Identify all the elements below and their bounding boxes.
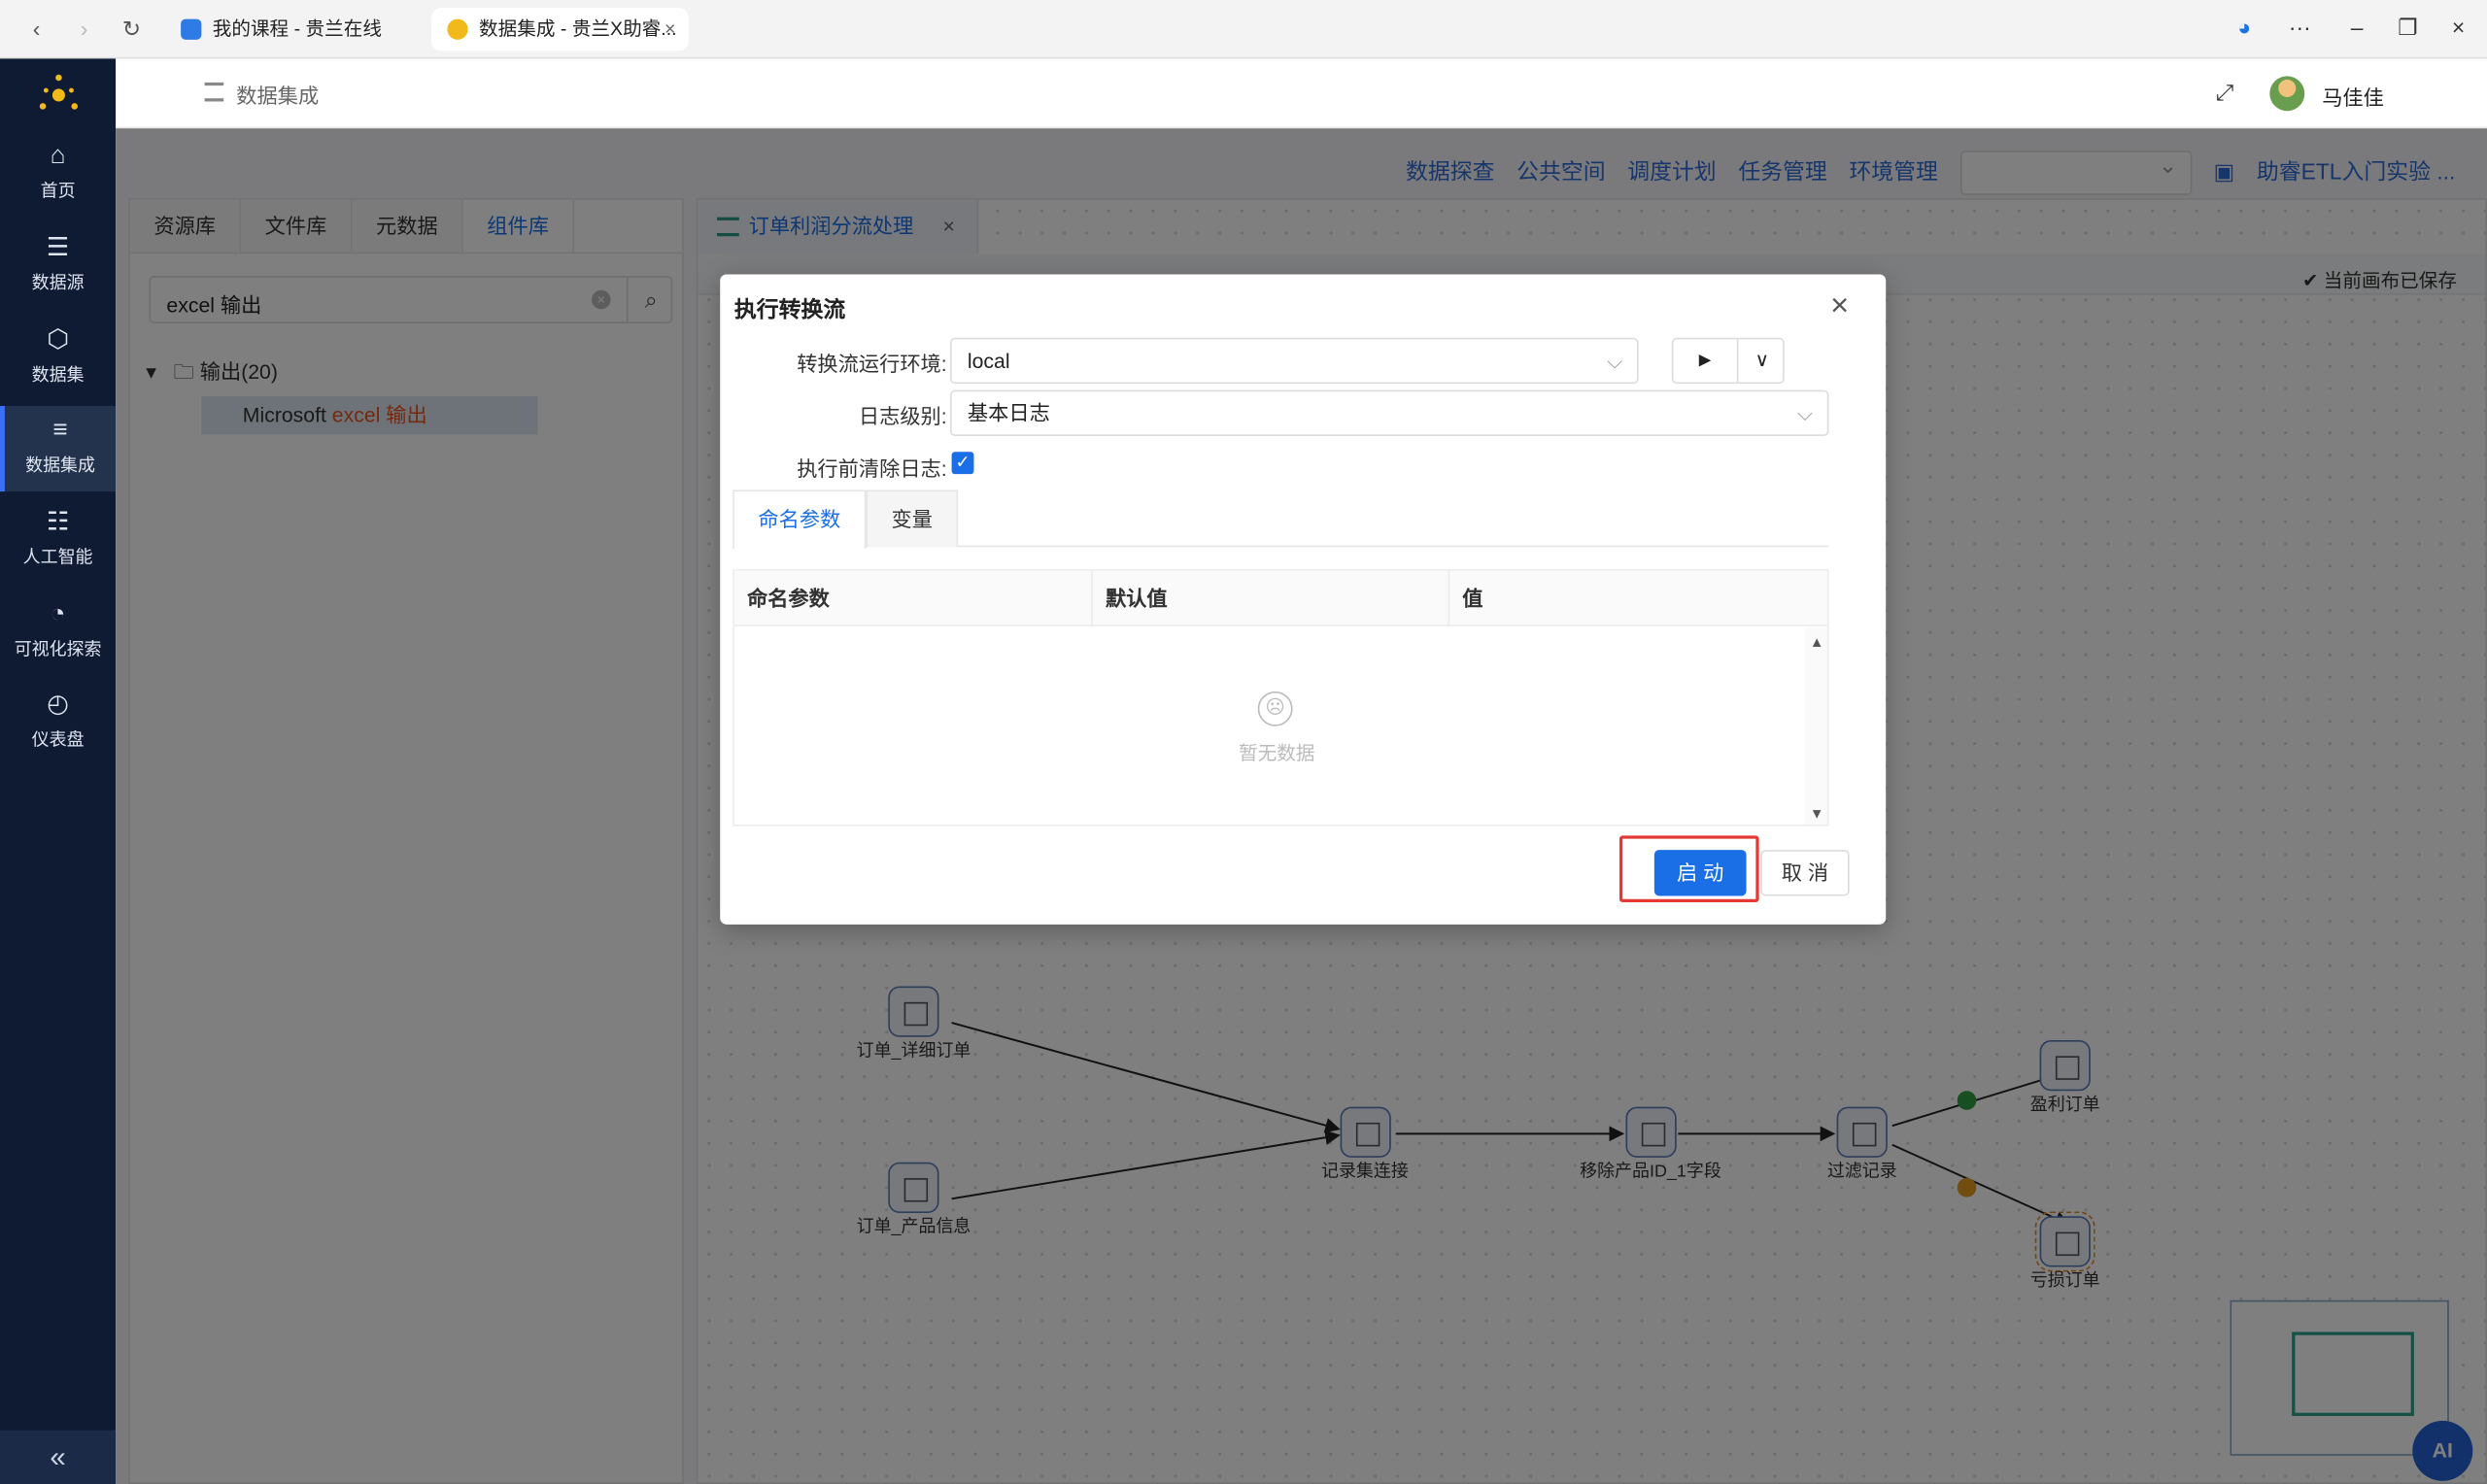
col-value: 值 [1462,587,1483,611]
env-label: 转换流运行环境: [797,352,947,376]
table-header: 命名参数 默认值 值 [733,570,1827,626]
sidebar-item-visual[interactable]: ◔ 可视化探索 [0,590,116,675]
home-icon: ⌂ [50,142,66,170]
sidebar-item-integration[interactable]: ≡ 数据集成 [0,405,117,492]
breadcrumb: 数据集成 [236,84,320,109]
tab-named-params[interactable]: 命名参数 [732,489,867,549]
scroll-down-icon[interactable]: ▼ [1810,805,1824,821]
table-scrollbar[interactable]: ▲ ▼ [1804,627,1827,825]
play-icon[interactable]: ▶ [1673,339,1739,383]
sidebar-item-datasource[interactable]: ☰ 数据源 [0,223,116,309]
back-icon[interactable]: ‹ [22,15,51,43]
tab-variables[interactable]: 变量 [866,489,959,548]
cube-icon: ⬡ [47,326,69,354]
run-transformation-dialog: 执行转换流 × 转换流运行环境: local ⌵ ▶ ∨ 日志级别: 基本日志 … [720,274,1887,925]
forward-icon[interactable]: › [70,15,98,43]
logo-icon [39,74,78,110]
minimize-icon[interactable]: – [2341,15,2373,40]
pie-chart-icon: ◔ [50,600,66,628]
user-name[interactable]: 马佳佳 [2322,81,2384,111]
param-tabs: 命名参数 变量 [732,489,1829,549]
dialog-title: 执行转换流 [733,296,846,322]
chevron-down-icon[interactable]: ∨ [1740,339,1785,382]
sidebar-item-dashboard[interactable]: ◴ 仪表盘 [0,680,116,765]
cancel-button[interactable]: 取 消 [1760,850,1850,896]
clear-log-label: 执行前清除日志: [797,456,947,481]
app-site-icon [447,18,468,40]
gauge-icon: ◴ [47,691,69,719]
col-default-value: 默认值 [1093,570,1450,626]
sidebar: ⌂ 首页 ☰ 数据源 ⬡ 数据集 ≡ 数据集成 ☷ 人工智能 ◔ 可视化探索 ◴… [0,58,117,1484]
empty-text: 暂无数据 [1239,742,1315,764]
start-button[interactable]: 启 动 [1653,850,1747,896]
env-select[interactable]: local ⌵ [949,337,1639,385]
course-site-icon [181,18,202,40]
edge-icon[interactable]: ◕ [2229,15,2261,40]
fullscreen-icon[interactable]: ⤢ [2216,80,2233,107]
sidebar-item-ai[interactable]: ☷ 人工智能 [0,498,116,584]
reload-icon[interactable]: ↻ [118,15,146,43]
app-header: 数据集成 ⤢ 马佳佳 [116,58,2487,129]
sidebar-item-home[interactable]: ⌂ 首页 [0,132,116,218]
browser-tab-active[interactable]: 数据集成 - 贵兰X助睿... × [431,8,689,51]
sidebar-item-dataset[interactable]: ⬡ 数据集 [0,316,116,401]
database-icon: ☰ [46,234,70,262]
log-level-label: 日志级别: [858,404,947,428]
close-tab-icon[interactable]: × [664,8,675,51]
collapse-sidebar-button[interactable]: « [0,1430,117,1484]
server-icon: ≡ [52,417,68,445]
ai-icon: ☷ [46,509,70,536]
menu-icon [204,82,224,102]
more-icon[interactable]: ··· [2284,15,2316,40]
log-level-select[interactable]: 基本日志 ⌵ [949,389,1829,436]
browser-chrome: ‹ › ↻ 我的课程 - 贵兰在线 数据集成 - 贵兰X助睿... × ◕ ··… [0,0,2487,59]
close-icon[interactable]: × [1830,290,1849,322]
chevron-down-icon: ⌵ [1607,349,1623,373]
avatar[interactable] [2269,76,2305,112]
browser-tab-courses[interactable]: 我的课程 - 贵兰在线 [165,8,397,51]
empty-face-icon: ☹ [1257,691,1293,726]
col-param-name: 命名参数 [734,570,1093,626]
params-table: 命名参数 默认值 值 ☹ 暂无数据 ▲ ▼ [732,569,1829,826]
chevron-down-icon: ⌵ [1797,401,1814,425]
restore-icon[interactable]: ❐ [2392,15,2424,42]
close-window-icon[interactable]: × [2442,15,2474,40]
clear-log-checkbox[interactable]: ✓ [951,452,974,475]
run-split-button[interactable]: ▶ ∨ [1671,337,1785,385]
scroll-up-icon[interactable]: ▲ [1810,634,1824,650]
